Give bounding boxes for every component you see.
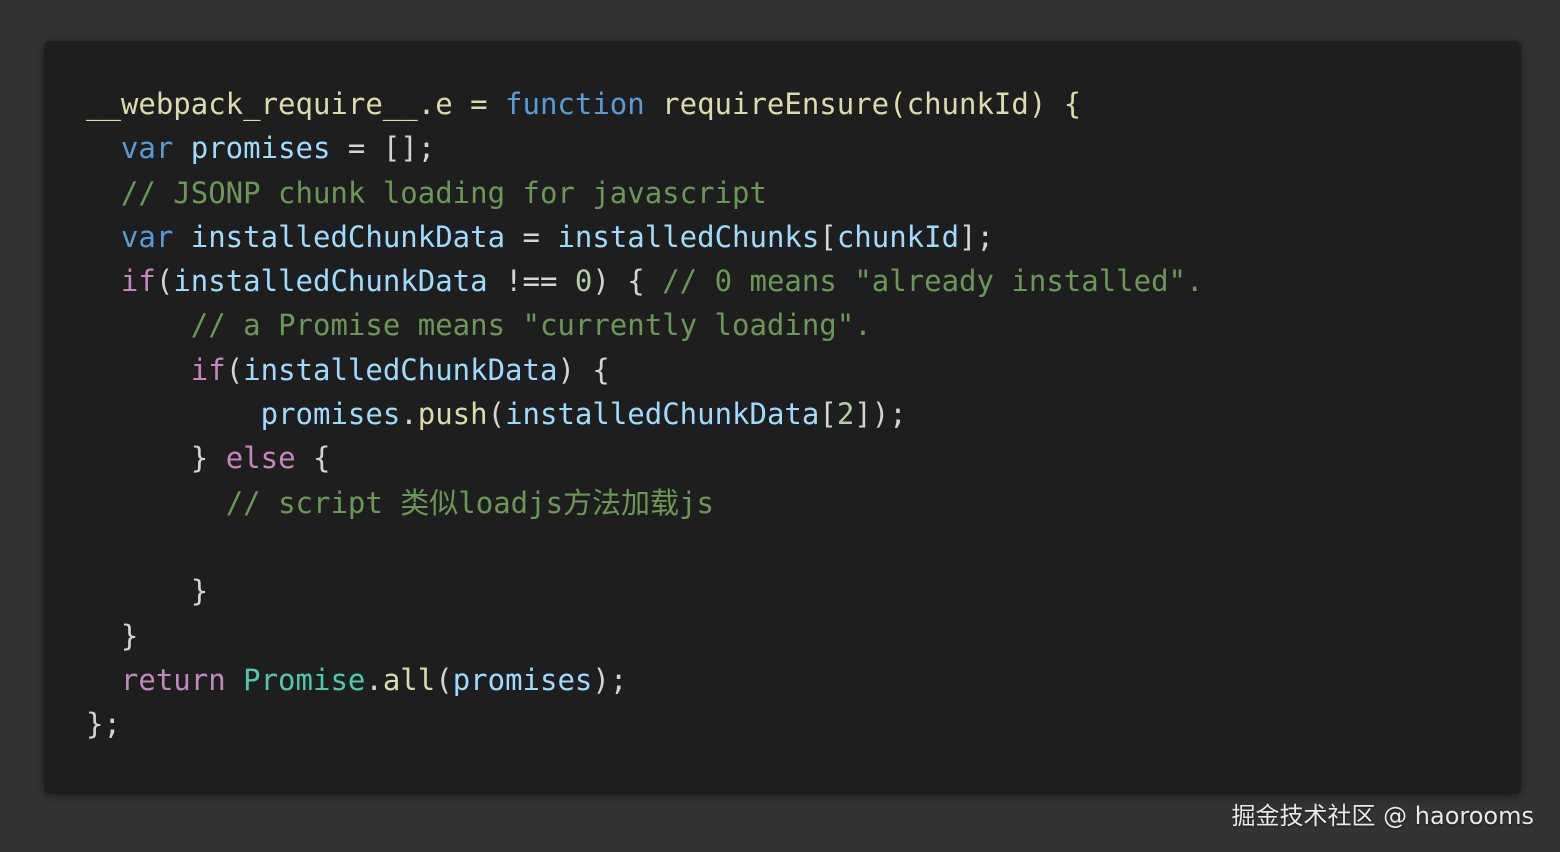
code-line: // script 类似loadjs方法加载js — [86, 481, 1203, 525]
code-line: __webpack_require__.e = function require… — [86, 82, 1203, 126]
code-token: . — [400, 397, 418, 432]
code-token: installedChunkData — [505, 397, 820, 432]
code-line: if(installedChunkData) { — [86, 348, 1203, 392]
code-token: = — [505, 219, 558, 254]
code-line: }; — [86, 702, 1203, 746]
code-token: promises — [452, 662, 593, 697]
code-token: } — [120, 618, 139, 653]
code-line: } — [86, 569, 1203, 613]
code-token: ); — [592, 662, 628, 697]
code-token: ( — [435, 662, 453, 697]
code-token: ]; — [959, 219, 994, 254]
code-token: } — [190, 574, 209, 609]
code-token: promises — [260, 397, 401, 432]
code-block: __webpack_require__.e = function require… — [86, 82, 1203, 746]
watermark: 掘金技术社区 @ haorooms — [1231, 802, 1534, 830]
code-line: promises.push(installedChunkData[2]); — [86, 392, 1203, 436]
code-token: installedChunkData — [190, 219, 506, 254]
code-line: // JSONP chunk loading for javascript — [86, 171, 1203, 215]
code-line: var installedChunkData = installedChunks… — [86, 215, 1203, 259]
code-token: push — [417, 397, 488, 432]
code-token: ( — [155, 264, 174, 299]
code-token: else — [225, 441, 296, 476]
code-token: // 0 means "already installed". — [662, 264, 1204, 299]
code-token: function — [505, 87, 663, 121]
code-token: { — [295, 441, 331, 476]
code-token: }; — [86, 707, 121, 742]
code-token: __webpack_require__.e = — [86, 87, 506, 121]
code-token: [ — [819, 397, 837, 432]
code-token: installedChunks — [557, 219, 820, 254]
code-token: // a Promise means "currently loading". — [190, 308, 872, 343]
code-line: var promises = []; — [86, 126, 1203, 170]
code-token: var — [120, 219, 191, 254]
code-token: // JSONP chunk loading for javascript — [120, 175, 767, 210]
code-token: all — [382, 662, 436, 697]
code-token: !== — [487, 264, 575, 299]
code-line: } else { — [86, 436, 1203, 480]
code-line: // a Promise means "currently loading". — [86, 303, 1203, 347]
code-line: return Promise.all(promises); — [86, 658, 1203, 702]
code-token: [ — [819, 219, 837, 254]
code-token: if — [190, 352, 226, 387]
code-token: ) { — [592, 264, 663, 299]
code-token: installedChunkData — [243, 352, 558, 387]
code-token: ]); — [854, 397, 907, 432]
code-token: = []; — [330, 131, 436, 166]
code-token: promises — [190, 131, 331, 166]
code-token: } — [190, 441, 226, 476]
code-token: ) { — [557, 352, 610, 387]
code-token: chunkId — [836, 219, 960, 254]
code-token: requireEnsure(chunkId) { — [662, 87, 1082, 121]
code-token: if — [120, 264, 156, 299]
code-token: ( — [225, 352, 244, 387]
code-token: 2 — [836, 397, 855, 432]
code-token: . — [365, 662, 383, 697]
code-token: // script 类似loadjs方法加载js — [225, 485, 714, 520]
code-token: var — [120, 131, 191, 166]
code-line: if(installedChunkData !== 0) { // 0 mean… — [86, 259, 1204, 303]
code-token: ( — [487, 397, 506, 432]
code-token: installedChunkData — [173, 264, 488, 299]
code-token: return — [120, 662, 244, 697]
code-token: 0 — [574, 264, 593, 299]
code-token: Promise — [243, 662, 366, 697]
code-line: } — [86, 614, 1203, 658]
